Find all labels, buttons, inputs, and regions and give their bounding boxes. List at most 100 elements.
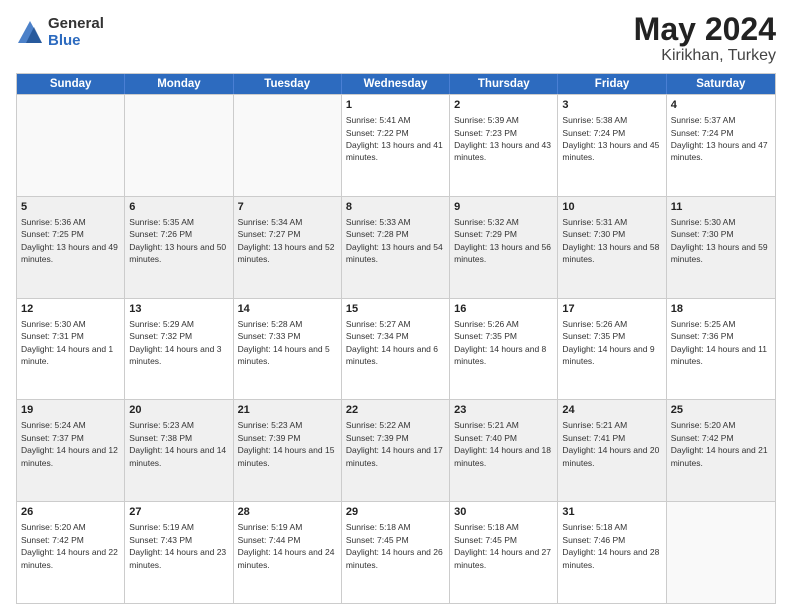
day-number: 17 <box>562 302 661 317</box>
cell-detail: Sunrise: 5:18 AMSunset: 7:45 PMDaylight:… <box>346 522 443 569</box>
cell-detail: Sunrise: 5:32 AMSunset: 7:29 PMDaylight:… <box>454 217 551 264</box>
calendar-cell: 27 Sunrise: 5:19 AMSunset: 7:43 PMDayligh… <box>125 502 233 603</box>
cell-detail: Sunrise: 5:22 AMSunset: 7:39 PMDaylight:… <box>346 420 443 467</box>
cell-detail: Sunrise: 5:19 AMSunset: 7:43 PMDaylight:… <box>129 522 226 569</box>
day-number: 29 <box>346 505 445 520</box>
day-number: 31 <box>562 505 661 520</box>
day-number: 8 <box>346 200 445 215</box>
calendar-cell: 23 Sunrise: 5:21 AMSunset: 7:40 PMDayligh… <box>450 400 558 501</box>
day-number: 28 <box>238 505 337 520</box>
calendar-cell: 16 Sunrise: 5:26 AMSunset: 7:35 PMDayligh… <box>450 299 558 400</box>
calendar-day-header: Wednesday <box>342 74 450 94</box>
calendar-cell: 3 Sunrise: 5:38 AMSunset: 7:24 PMDaylight… <box>558 95 666 196</box>
calendar-cell: 11Sunrise: 5:30 AMSunset: 7:30 PMDayligh… <box>667 197 775 298</box>
calendar-header: SundayMondayTuesdayWednesdayThursdayFrid… <box>17 74 775 94</box>
cell-detail: Sunrise: 5:28 AMSunset: 7:33 PMDaylight:… <box>238 319 330 366</box>
cell-detail: Sunrise: 5:39 AMSunset: 7:23 PMDaylight:… <box>454 115 551 162</box>
logo-general: General <box>48 16 104 33</box>
cell-detail: Sunrise: 5:33 AMSunset: 7:28 PMDaylight:… <box>346 217 443 264</box>
calendar-page: General Blue May 2024 Kirikhan, Turkey S… <box>0 0 792 612</box>
calendar-day-header: Friday <box>558 74 666 94</box>
cell-detail: Sunrise: 5:23 AMSunset: 7:39 PMDaylight:… <box>238 420 335 467</box>
cell-detail: Sunrise: 5:18 AMSunset: 7:45 PMDaylight:… <box>454 522 551 569</box>
cell-detail: Sunrise: 5:20 AMSunset: 7:42 PMDaylight:… <box>671 420 768 467</box>
calendar: SundayMondayTuesdayWednesdayThursdayFrid… <box>16 73 776 604</box>
calendar-day-header: Thursday <box>450 74 558 94</box>
cell-detail: Sunrise: 5:41 AMSunset: 7:22 PMDaylight:… <box>346 115 443 162</box>
calendar-cell: 6 Sunrise: 5:35 AMSunset: 7:26 PMDaylight… <box>125 197 233 298</box>
calendar-day-header: Saturday <box>667 74 775 94</box>
day-number: 3 <box>562 98 661 113</box>
calendar-day-header: Monday <box>125 74 233 94</box>
calendar-cell <box>234 95 342 196</box>
calendar-cell: 24 Sunrise: 5:21 AMSunset: 7:41 PMDayligh… <box>558 400 666 501</box>
day-number: 21 <box>238 403 337 418</box>
calendar-cell: 25 Sunrise: 5:20 AMSunset: 7:42 PMDayligh… <box>667 400 775 501</box>
calendar-cell: 17Sunrise: 5:26 AMSunset: 7:35 PMDayligh… <box>558 299 666 400</box>
calendar-cell: 21 Sunrise: 5:23 AMSunset: 7:39 PMDayligh… <box>234 400 342 501</box>
calendar-cell: 18Sunrise: 5:25 AMSunset: 7:36 PMDayligh… <box>667 299 775 400</box>
calendar-cell: 30 Sunrise: 5:18 AMSunset: 7:45 PMDayligh… <box>450 502 558 603</box>
calendar-cell: 9Sunrise: 5:32 AMSunset: 7:29 PMDaylight… <box>450 197 558 298</box>
cell-detail: Sunrise: 5:35 AMSunset: 7:26 PMDaylight:… <box>129 217 226 264</box>
calendar-cell: 14 Sunrise: 5:28 AMSunset: 7:33 PMDayligh… <box>234 299 342 400</box>
day-number: 19 <box>21 403 120 418</box>
cell-detail: Sunrise: 5:31 AMSunset: 7:30 PMDaylight:… <box>562 217 659 264</box>
cell-detail: Sunrise: 5:26 AMSunset: 7:35 PMDaylight:… <box>454 319 546 366</box>
calendar-cell: 29 Sunrise: 5:18 AMSunset: 7:45 PMDayligh… <box>342 502 450 603</box>
cell-detail: Sunrise: 5:21 AMSunset: 7:40 PMDaylight:… <box>454 420 551 467</box>
calendar-cell: 19 Sunrise: 5:24 AMSunset: 7:37 PMDayligh… <box>17 400 125 501</box>
cell-detail: Sunrise: 5:30 AMSunset: 7:31 PMDaylight:… <box>21 319 113 366</box>
day-number: 14 <box>238 302 337 317</box>
calendar-cell: 2 Sunrise: 5:39 AMSunset: 7:23 PMDaylight… <box>450 95 558 196</box>
day-number: 2 <box>454 98 553 113</box>
calendar-week-row: 1Sunrise: 5:41 AMSunset: 7:22 PMDaylight… <box>17 94 775 196</box>
day-number: 12 <box>21 302 120 317</box>
calendar-cell: 26Sunrise: 5:20 AMSunset: 7:42 PMDayligh… <box>17 502 125 603</box>
day-number: 18 <box>671 302 771 317</box>
cell-detail: Sunrise: 5:24 AMSunset: 7:37 PMDaylight:… <box>21 420 118 467</box>
cell-detail: Sunrise: 5:37 AMSunset: 7:24 PMDaylight:… <box>671 115 768 162</box>
day-number: 30 <box>454 505 553 520</box>
calendar-cell: 1Sunrise: 5:41 AMSunset: 7:22 PMDaylight… <box>342 95 450 196</box>
logo-blue: Blue <box>48 33 104 50</box>
day-number: 27 <box>129 505 228 520</box>
calendar-cell <box>125 95 233 196</box>
day-number: 13 <box>129 302 228 317</box>
day-number: 6 <box>129 200 228 215</box>
day-number: 16 <box>454 302 553 317</box>
day-number: 25 <box>671 403 771 418</box>
calendar-cell: 12 Sunrise: 5:30 AMSunset: 7:31 PMDayligh… <box>17 299 125 400</box>
logo-text: General Blue <box>48 16 104 49</box>
cell-detail: Sunrise: 5:38 AMSunset: 7:24 PMDaylight:… <box>562 115 659 162</box>
calendar-cell: 28Sunrise: 5:19 AMSunset: 7:44 PMDayligh… <box>234 502 342 603</box>
calendar-cell: 13Sunrise: 5:29 AMSunset: 7:32 PMDayligh… <box>125 299 233 400</box>
calendar-day-header: Sunday <box>17 74 125 94</box>
calendar-week-row: 12 Sunrise: 5:30 AMSunset: 7:31 PMDayligh… <box>17 298 775 400</box>
cell-detail: Sunrise: 5:36 AMSunset: 7:25 PMDaylight:… <box>21 217 118 264</box>
calendar-cell: 22Sunrise: 5:22 AMSunset: 7:39 PMDayligh… <box>342 400 450 501</box>
calendar-cell: 10 Sunrise: 5:31 AMSunset: 7:30 PMDayligh… <box>558 197 666 298</box>
title-month: May 2024 <box>634 12 776 47</box>
day-number: 26 <box>21 505 120 520</box>
calendar-week-row: 19 Sunrise: 5:24 AMSunset: 7:37 PMDayligh… <box>17 399 775 501</box>
day-number: 15 <box>346 302 445 317</box>
calendar-cell: 5 Sunrise: 5:36 AMSunset: 7:25 PMDaylight… <box>17 197 125 298</box>
day-number: 5 <box>21 200 120 215</box>
calendar-cell: 15 Sunrise: 5:27 AMSunset: 7:34 PMDayligh… <box>342 299 450 400</box>
day-number: 10 <box>562 200 661 215</box>
calendar-cell: 20Sunrise: 5:23 AMSunset: 7:38 PMDayligh… <box>125 400 233 501</box>
logo-icon <box>16 19 44 47</box>
cell-detail: Sunrise: 5:30 AMSunset: 7:30 PMDaylight:… <box>671 217 768 264</box>
day-number: 24 <box>562 403 661 418</box>
cell-detail: Sunrise: 5:21 AMSunset: 7:41 PMDaylight:… <box>562 420 659 467</box>
cell-detail: Sunrise: 5:18 AMSunset: 7:46 PMDaylight:… <box>562 522 659 569</box>
calendar-cell: 4Sunrise: 5:37 AMSunset: 7:24 PMDaylight… <box>667 95 775 196</box>
day-number: 23 <box>454 403 553 418</box>
calendar-day-header: Tuesday <box>234 74 342 94</box>
cell-detail: Sunrise: 5:27 AMSunset: 7:34 PMDaylight:… <box>346 319 438 366</box>
day-number: 7 <box>238 200 337 215</box>
calendar-week-row: 26Sunrise: 5:20 AMSunset: 7:42 PMDayligh… <box>17 501 775 603</box>
calendar-cell: 8 Sunrise: 5:33 AMSunset: 7:28 PMDaylight… <box>342 197 450 298</box>
day-number: 20 <box>129 403 228 418</box>
